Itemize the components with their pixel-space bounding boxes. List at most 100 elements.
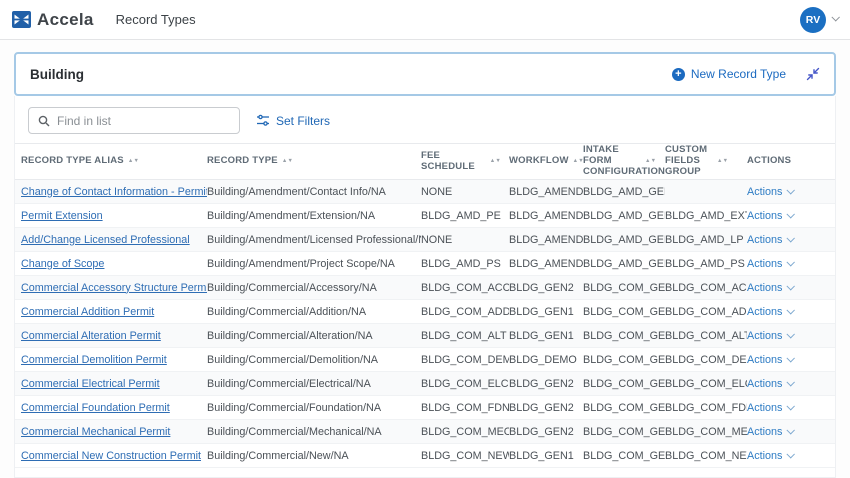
actions-menu-button[interactable]: Actions [747,450,829,462]
record-type-alias-link[interactable]: Add/Change Licensed Professional [21,234,190,246]
table-toolbar: Set Filters [15,96,835,143]
chevron-down-icon [787,234,795,242]
fee-schedule-cell: BLDG_COM_NEW [421,450,509,462]
actions-menu-button[interactable]: Actions [747,282,829,294]
chevron-down-icon [787,450,795,458]
record-type-cell: Building/Amendment/Extension/NA [207,210,421,222]
actions-label: Actions [747,306,782,318]
record-type-cell: Building/Amendment/Contact Info/NA [207,186,421,198]
record-type-alias-link[interactable]: Commercial Addition Permit [21,306,154,318]
record-type-cell: Building/Commercial/New/NA [207,450,421,462]
actions-menu-button[interactable]: Actions [747,306,829,318]
record-type-alias-cell: Commercial Demolition Permit [21,354,207,366]
accela-logo-icon [12,11,31,28]
set-filters-button[interactable]: Set Filters [256,114,330,128]
record-type-alias-link[interactable]: Commercial Electrical Permit [21,378,160,390]
table-row: Commercial Mechanical Permit Building/Co… [15,420,835,444]
building-module-card: Building + New Record Type [14,52,836,96]
custom-fields-group-cell: BLDG_COM_ALT [665,330,747,342]
page-title: Record Types [116,12,196,27]
actions-menu-button[interactable]: Actions [747,354,829,366]
actions-menu-button[interactable]: Actions [747,210,829,222]
column-header-intake-form-configuration[interactable]: INTAKE FORM CONFIGURATION ▲▼ [583,145,665,178]
fee-schedule-cell: BLDG_COM_ALT [421,330,509,342]
custom-fields-group-cell: BLDG_COM_ACC [665,282,747,294]
workflow-cell: BLDG_GEN1 [509,450,583,462]
table-row: Commercial New Construction Permit Build… [15,444,835,468]
actions-menu-button[interactable]: Actions [747,426,829,438]
column-header-workflow[interactable]: WORKFLOW ▲▼ [509,156,583,167]
workflow-cell: BLDG_GEN2 [509,282,583,294]
search-box [28,107,240,134]
workflow-cell: BLDG_AMEND [509,258,583,270]
intake-form-configuration-cell: BLDG_COM_GEN [583,378,665,390]
actions-label: Actions [747,258,782,270]
intake-form-configuration-cell: BLDG_COM_GEN [583,450,665,462]
record-type-alias-link[interactable]: Change of Scope [21,258,104,270]
sort-icon[interactable]: ▲▼ [282,159,293,164]
sort-icon[interactable]: ▲▼ [717,159,728,164]
record-type-cell: Building/Amendment/Project Scope/NA [207,258,421,270]
chevron-down-icon [787,258,795,266]
set-filters-label: Set Filters [276,114,330,128]
column-header-record-type-alias[interactable]: RECORD TYPE ALIAS ▲▼ [21,156,207,167]
actions-menu-button[interactable]: Actions [747,330,829,342]
fee-schedule-cell: BLDG_COM_DEM [421,354,509,366]
record-type-cell: Building/Commercial/Addition/NA [207,306,421,318]
actions-menu-button[interactable]: Actions [747,402,829,414]
record-type-alias-cell: Commercial Accessory Structure Permit [21,282,207,294]
chevron-down-icon [787,402,795,410]
custom-fields-group-cell: BLDG_COM_NEW [665,450,747,462]
record-type-alias-link[interactable]: Permit Extension [21,210,103,222]
column-header-custom-fields-group[interactable]: CUSTOM FIELDS GROUP ▲▼ [665,145,747,178]
actions-label: Actions [747,402,782,414]
record-type-alias-link[interactable]: Commercial New Construction Permit [21,450,201,462]
search-input[interactable] [57,114,230,128]
accela-brand[interactable]: Accela [12,10,94,30]
actions-menu-button[interactable]: Actions [747,186,829,198]
new-record-type-label: New Record Type [691,67,786,81]
table-row: Commercial Foundation Permit Building/Co… [15,396,835,420]
custom-fields-group-cell: BLDG_AMD_EXT [665,210,747,222]
record-type-alias-cell: Add/Change Licensed Professional [21,234,207,246]
record-type-alias-link[interactable]: Commercial Accessory Structure Permit [21,282,207,294]
user-avatar[interactable]: RV [800,7,826,33]
chevron-down-icon [787,210,795,218]
record-type-cell: Building/Amendment/Licensed Professional… [207,234,421,246]
record-type-alias-link[interactable]: Commercial Demolition Permit [21,354,167,366]
workflow-cell: BLDG_GEN2 [509,426,583,438]
record-type-alias-cell: Commercial Foundation Permit [21,402,207,414]
actions-menu-button[interactable]: Actions [747,258,829,270]
sort-icon[interactable]: ▲▼ [490,159,501,164]
sort-icon[interactable]: ▲▼ [128,159,139,164]
column-header-fee-schedule[interactable]: FEE SCHEDULE ▲▼ [421,151,509,173]
intake-form-configuration-cell: BLDG_COM_GEN [583,306,665,318]
record-type-alias-cell: Change of Scope [21,258,207,270]
record-type-cell: Building/Commercial/Foundation/NA [207,402,421,414]
workflow-cell: BLDG_GEN2 [509,402,583,414]
workflow-cell: BLDG_GEN2 [509,378,583,390]
chevron-down-icon [787,354,795,362]
user-menu-chevron-down-icon[interactable] [831,13,839,21]
plus-circle-icon: + [672,68,685,81]
actions-menu-button[interactable]: Actions [747,378,829,390]
record-type-cell: Building/Commercial/Electrical/NA [207,378,421,390]
record-type-alias-link[interactable]: Change of Contact Information - Permit [21,186,207,198]
record-type-alias-link[interactable]: Commercial Alteration Permit [21,330,161,342]
record-type-alias-cell: Commercial New Construction Permit [21,450,207,462]
fee-schedule-cell: BLDG_COM_MEC [421,426,509,438]
actions-menu-button[interactable]: Actions [747,234,829,246]
intake-form-configuration-cell: BLDG_AMD_GENERAL [583,186,665,198]
actions-label: Actions [747,378,782,390]
fee-schedule-cell: BLDG_AMD_PS [421,258,509,270]
brand-name: Accela [37,10,94,30]
new-record-type-button[interactable]: + New Record Type [672,67,786,81]
column-header-record-type[interactable]: RECORD TYPE ▲▼ [207,156,421,167]
collapse-icon[interactable] [806,67,820,81]
record-type-alias-link[interactable]: Commercial Mechanical Permit [21,426,170,438]
search-icon [38,115,50,127]
custom-fields-group-cell: BLDG_COM_FDN [665,402,747,414]
sort-icon[interactable]: ▲▼ [645,159,656,164]
record-type-alias-link[interactable]: Commercial Foundation Permit [21,402,170,414]
actions-label: Actions [747,450,782,462]
